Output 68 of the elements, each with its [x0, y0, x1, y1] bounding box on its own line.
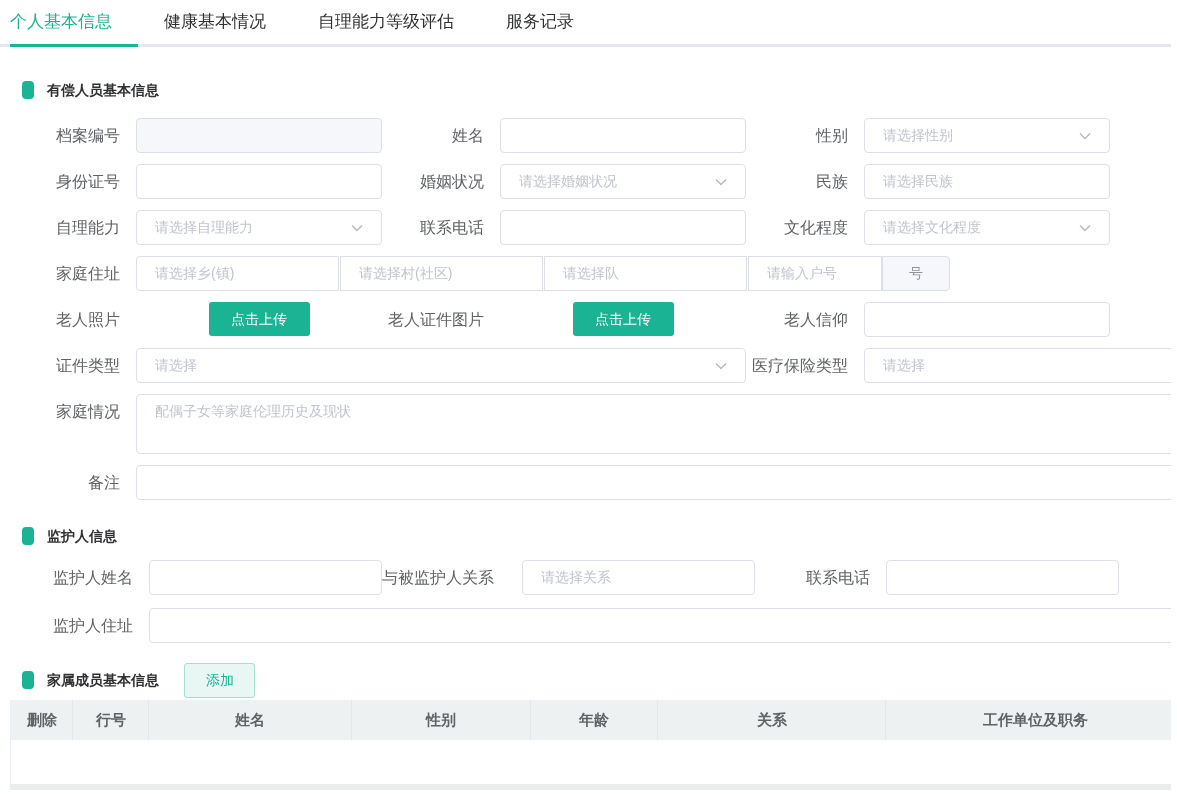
input-field[interactable]: [886, 560, 1119, 595]
input-field[interactable]: [136, 465, 1171, 500]
field-label: 老人照片: [56, 309, 120, 330]
field-label: 联系电话: [806, 567, 870, 588]
column-header: 行号: [95, 709, 126, 730]
select-field[interactable]: 请选择性别: [864, 118, 1110, 153]
section-marker: [22, 81, 34, 99]
field-label: 文化程度: [784, 217, 848, 238]
field-label: 医疗保险类型: [752, 355, 848, 376]
field-label: 民族: [816, 171, 848, 192]
input-field[interactable]: [500, 210, 746, 245]
select-field[interactable]: 请选择婚姻状况: [500, 164, 746, 199]
field-label: 身份证号: [56, 171, 120, 192]
input-field[interactable]: 请选择村(社区): [340, 256, 543, 291]
input-field[interactable]: [149, 608, 1171, 643]
textarea-field[interactable]: 配偶子女等家庭伦理历史及现状: [136, 394, 1171, 454]
select-field[interactable]: 请选择: [136, 348, 746, 383]
input-field[interactable]: 请选择队: [544, 256, 747, 291]
upload-button[interactable]: 点击上传: [208, 302, 310, 336]
chevron-down-icon: [1079, 131, 1091, 140]
input-field[interactable]: 请输入户号: [748, 256, 882, 291]
field-label: 监护人住址: [53, 615, 133, 636]
chevron-down-icon: [715, 177, 727, 186]
chevron-down-icon: [351, 223, 363, 232]
input-field[interactable]: 请选择: [864, 348, 1171, 383]
add-button[interactable]: 添加: [184, 662, 255, 698]
field-label: 家庭情况: [56, 401, 120, 422]
field-label: 老人证件图片: [388, 309, 484, 330]
field-label: 联系电话: [420, 217, 484, 238]
input-suffix: 号: [882, 256, 950, 291]
input-field[interactable]: [500, 118, 746, 153]
chevron-down-icon: [1079, 223, 1091, 232]
field-label: 老人信仰: [784, 309, 848, 330]
upload-button[interactable]: 点击上传: [572, 302, 674, 336]
input-field[interactable]: [864, 302, 1110, 337]
field-label: 监护人姓名: [53, 567, 133, 588]
section-marker: [22, 671, 34, 689]
tab[interactable]: 自理能力等级评估: [292, 0, 480, 47]
field-label: 婚姻状况: [420, 171, 484, 192]
field-label: 证件类型: [56, 355, 120, 376]
select-field[interactable]: 请选择文化程度: [864, 210, 1110, 245]
column-header: 删除: [26, 709, 57, 730]
chevron-down-icon: [715, 361, 727, 370]
column-header: 关系: [756, 709, 787, 730]
input-field[interactable]: 请选择民族: [864, 164, 1110, 199]
field-label: 性别: [816, 125, 848, 146]
section-marker: [22, 527, 34, 545]
column-header: 年龄: [579, 709, 609, 730]
tab[interactable]: 个人基本信息: [10, 0, 138, 47]
tab[interactable]: 服务记录: [480, 0, 600, 47]
input-field[interactable]: 请选择乡(镇): [136, 256, 339, 291]
field-label: 自理能力: [56, 217, 120, 238]
field-label: 档案编号: [56, 125, 120, 146]
input-field[interactable]: [136, 164, 382, 199]
column-header: 性别: [426, 709, 456, 730]
input-field[interactable]: [149, 560, 382, 595]
input-field[interactable]: 请选择关系: [522, 560, 755, 595]
section-title: 有偿人员基本信息: [47, 80, 159, 100]
column-header: 姓名: [235, 709, 265, 730]
tab[interactable]: 健康基本情况: [138, 0, 292, 47]
field-label: 与被监护人关系: [382, 567, 494, 588]
field-label: 备注: [88, 472, 120, 493]
section-title: 监护人信息: [47, 526, 117, 546]
field-label: 姓名: [452, 125, 484, 146]
column-header: 工作单位及职务: [983, 709, 1088, 730]
section-title: 家属成员基本信息: [47, 670, 159, 690]
select-field[interactable]: 请选择自理能力: [136, 210, 382, 245]
field-label: 家庭住址: [56, 263, 120, 284]
